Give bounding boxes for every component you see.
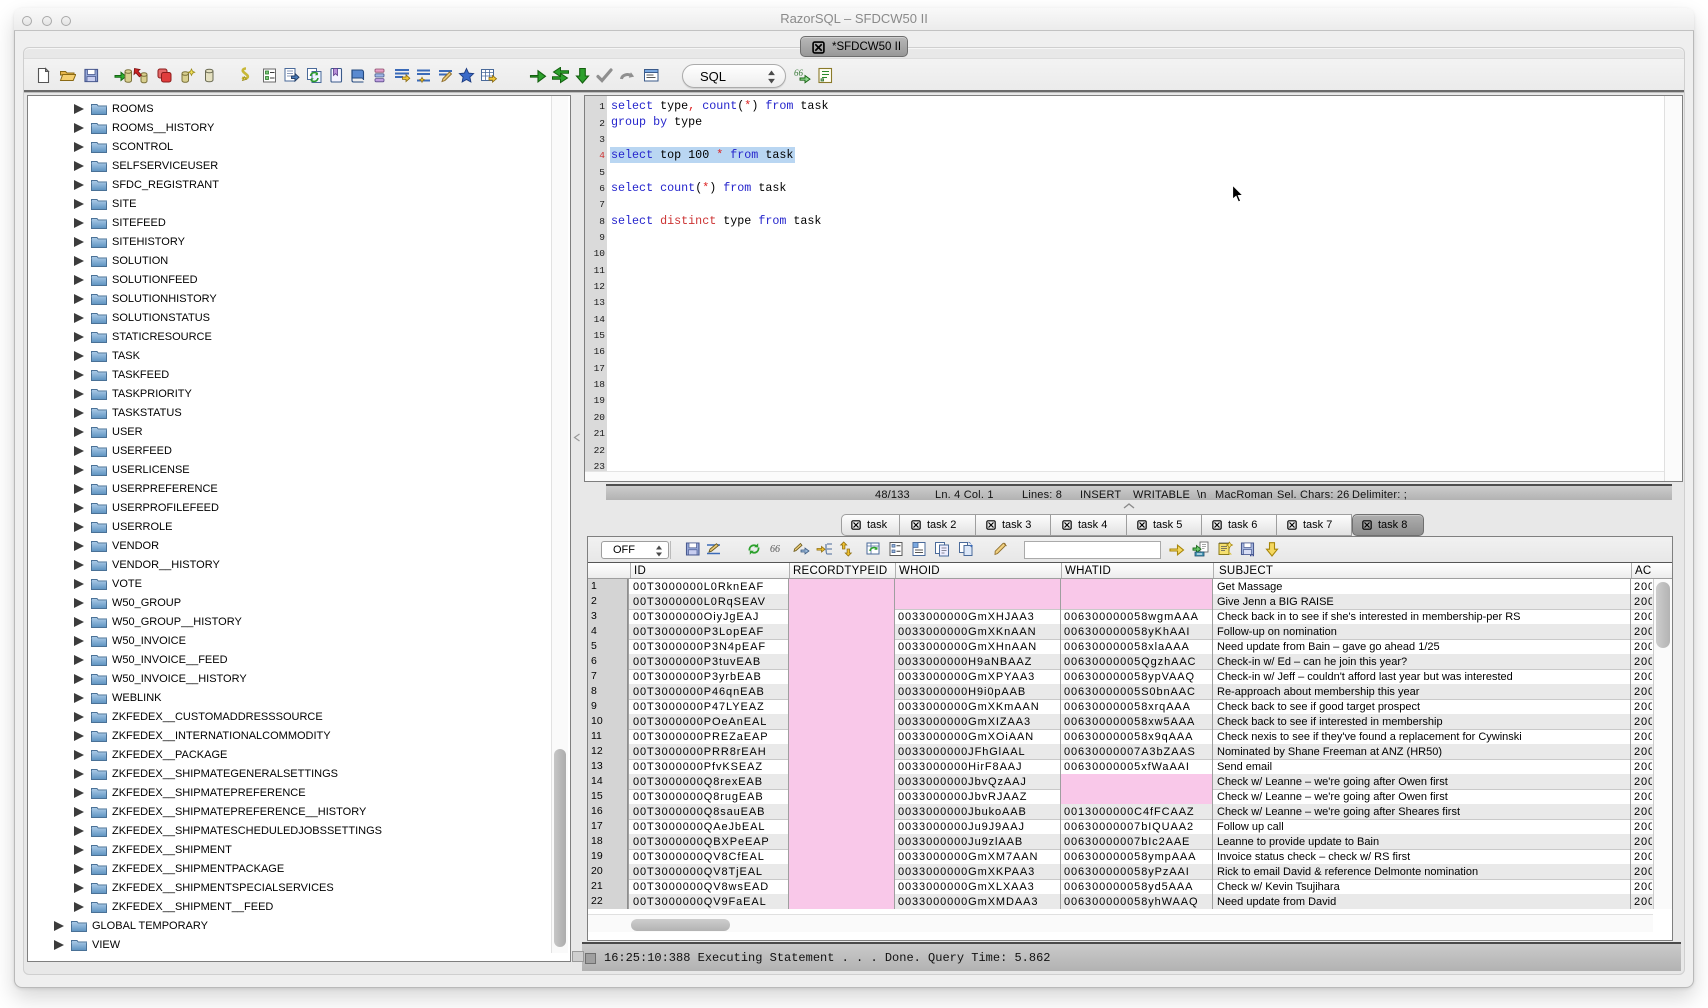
- svg-text:66: 66: [794, 68, 804, 78]
- svg-text:66: 66: [770, 544, 780, 555]
